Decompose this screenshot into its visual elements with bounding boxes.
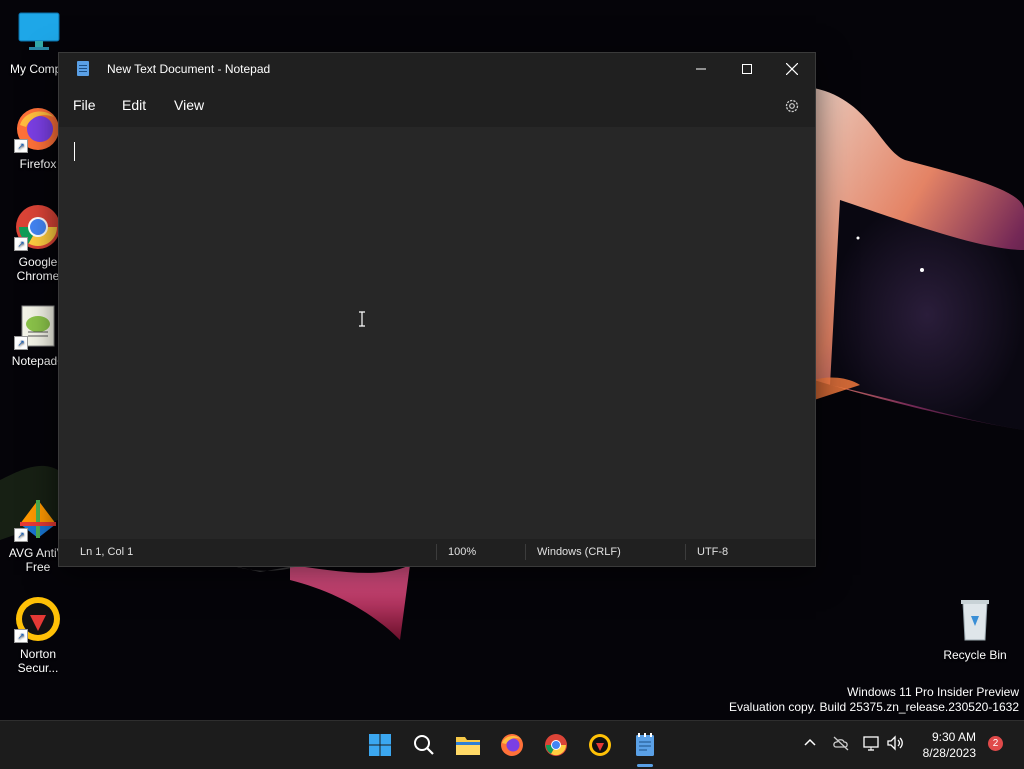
maximize-icon (742, 64, 752, 74)
notification-badge[interactable]: 2 (988, 736, 1003, 751)
desktop-icon-label: Recycle Bin (943, 648, 1007, 662)
menu-file[interactable]: File (71, 97, 98, 113)
gear-icon (785, 99, 799, 113)
minimize-button[interactable] (678, 53, 724, 85)
taskbar: 9:30 AM 8/28/2023 2 (0, 720, 1024, 769)
taskbar-search-button[interactable] (410, 731, 438, 759)
taskbar-file-explorer[interactable] (454, 731, 482, 759)
minimize-icon (696, 68, 706, 70)
status-divider (525, 544, 526, 560)
volume-tray-icon[interactable] (885, 733, 905, 753)
search-icon (414, 735, 434, 755)
windows-watermark: Windows 11 Pro Insider Preview Evaluatio… (729, 685, 1019, 715)
notepad-icon (636, 733, 654, 756)
shortcut-arrow-icon: ↗ (14, 237, 28, 251)
chevron-up-icon (804, 738, 816, 746)
monitor-icon (15, 10, 63, 58)
taskbar-chrome[interactable] (542, 731, 570, 759)
shortcut-arrow-icon: ↗ (14, 336, 28, 350)
desktop-icon-norton[interactable]: ↗ Norton Secur... (0, 595, 76, 675)
status-zoom[interactable]: 100% (448, 546, 476, 558)
avg-icon: ↗ (14, 494, 62, 542)
status-bar: Ln 1, Col 1 100% Windows (CRLF) UTF-8 (59, 539, 815, 566)
window-title: New Text Document - Notepad (107, 62, 271, 76)
norton-icon (589, 734, 611, 756)
onedrive-tray-icon[interactable] (831, 733, 851, 753)
active-app-indicator (637, 764, 653, 767)
settings-button[interactable] (783, 97, 801, 115)
notepad-window[interactable]: New Text Document - Notepad File Edit Vi… (58, 52, 816, 567)
network-tray-icon[interactable] (862, 733, 882, 753)
close-icon (786, 63, 798, 75)
clock-time: 9:30 AM (931, 730, 976, 744)
desktop-icon-recycle-bin[interactable]: Recycle Bin (937, 596, 1013, 662)
shortcut-arrow-icon: ↗ (14, 139, 28, 153)
taskbar-firefox[interactable] (498, 731, 526, 759)
status-encoding[interactable]: UTF-8 (697, 546, 728, 558)
norton-icon: ↗ (14, 595, 62, 643)
network-icon (863, 736, 879, 751)
firefox-icon (501, 734, 523, 756)
taskbar-notepad[interactable] (631, 731, 659, 759)
desktop-icon-label: Norton Secur... (17, 647, 59, 675)
status-line-ending[interactable]: Windows (CRLF) (537, 546, 621, 558)
watermark-edition: Windows 11 Pro Insider Preview (847, 685, 1019, 699)
show-hidden-icons-button[interactable] (800, 733, 820, 753)
maximize-button[interactable] (724, 53, 770, 85)
notepad-icon (77, 61, 89, 76)
menu-view[interactable]: View (172, 97, 206, 113)
recycle-bin-icon (951, 596, 999, 644)
shortcut-arrow-icon: ↗ (14, 528, 28, 542)
text-caret (74, 142, 75, 161)
watermark-build: Evaluation copy. Build 25375.zn_release.… (729, 700, 1019, 714)
taskbar-norton[interactable] (586, 731, 614, 759)
close-button[interactable] (769, 53, 815, 85)
status-cursor-position: Ln 1, Col 1 (80, 546, 134, 558)
status-divider (685, 544, 686, 560)
taskbar-clock[interactable]: 9:30 AM 8/28/2023 (912, 729, 976, 761)
shortcut-arrow-icon: ↗ (14, 629, 28, 643)
ibeam-cursor-icon (359, 311, 365, 327)
start-button[interactable] (366, 731, 394, 759)
chrome-icon: ↗ (14, 203, 62, 251)
chrome-icon (545, 734, 567, 756)
file-explorer-icon (456, 737, 480, 755)
desktop: My Compu ↗ Firefox ↗ Google Chrome ↗ Not… (0, 0, 1024, 720)
title-bar[interactable]: New Text Document - Notepad (59, 53, 815, 85)
text-editor[interactable] (59, 127, 815, 539)
firefox-icon: ↗ (14, 105, 62, 153)
menu-edit[interactable]: Edit (120, 97, 148, 113)
start-icon (369, 734, 391, 756)
clock-date: 8/28/2023 (922, 746, 976, 760)
speaker-icon (887, 735, 903, 751)
notepadpp-icon: ↗ (14, 302, 62, 350)
cloud-offline-icon (833, 736, 849, 751)
menu-bar: File Edit View (59, 89, 815, 123)
status-divider (436, 544, 437, 560)
